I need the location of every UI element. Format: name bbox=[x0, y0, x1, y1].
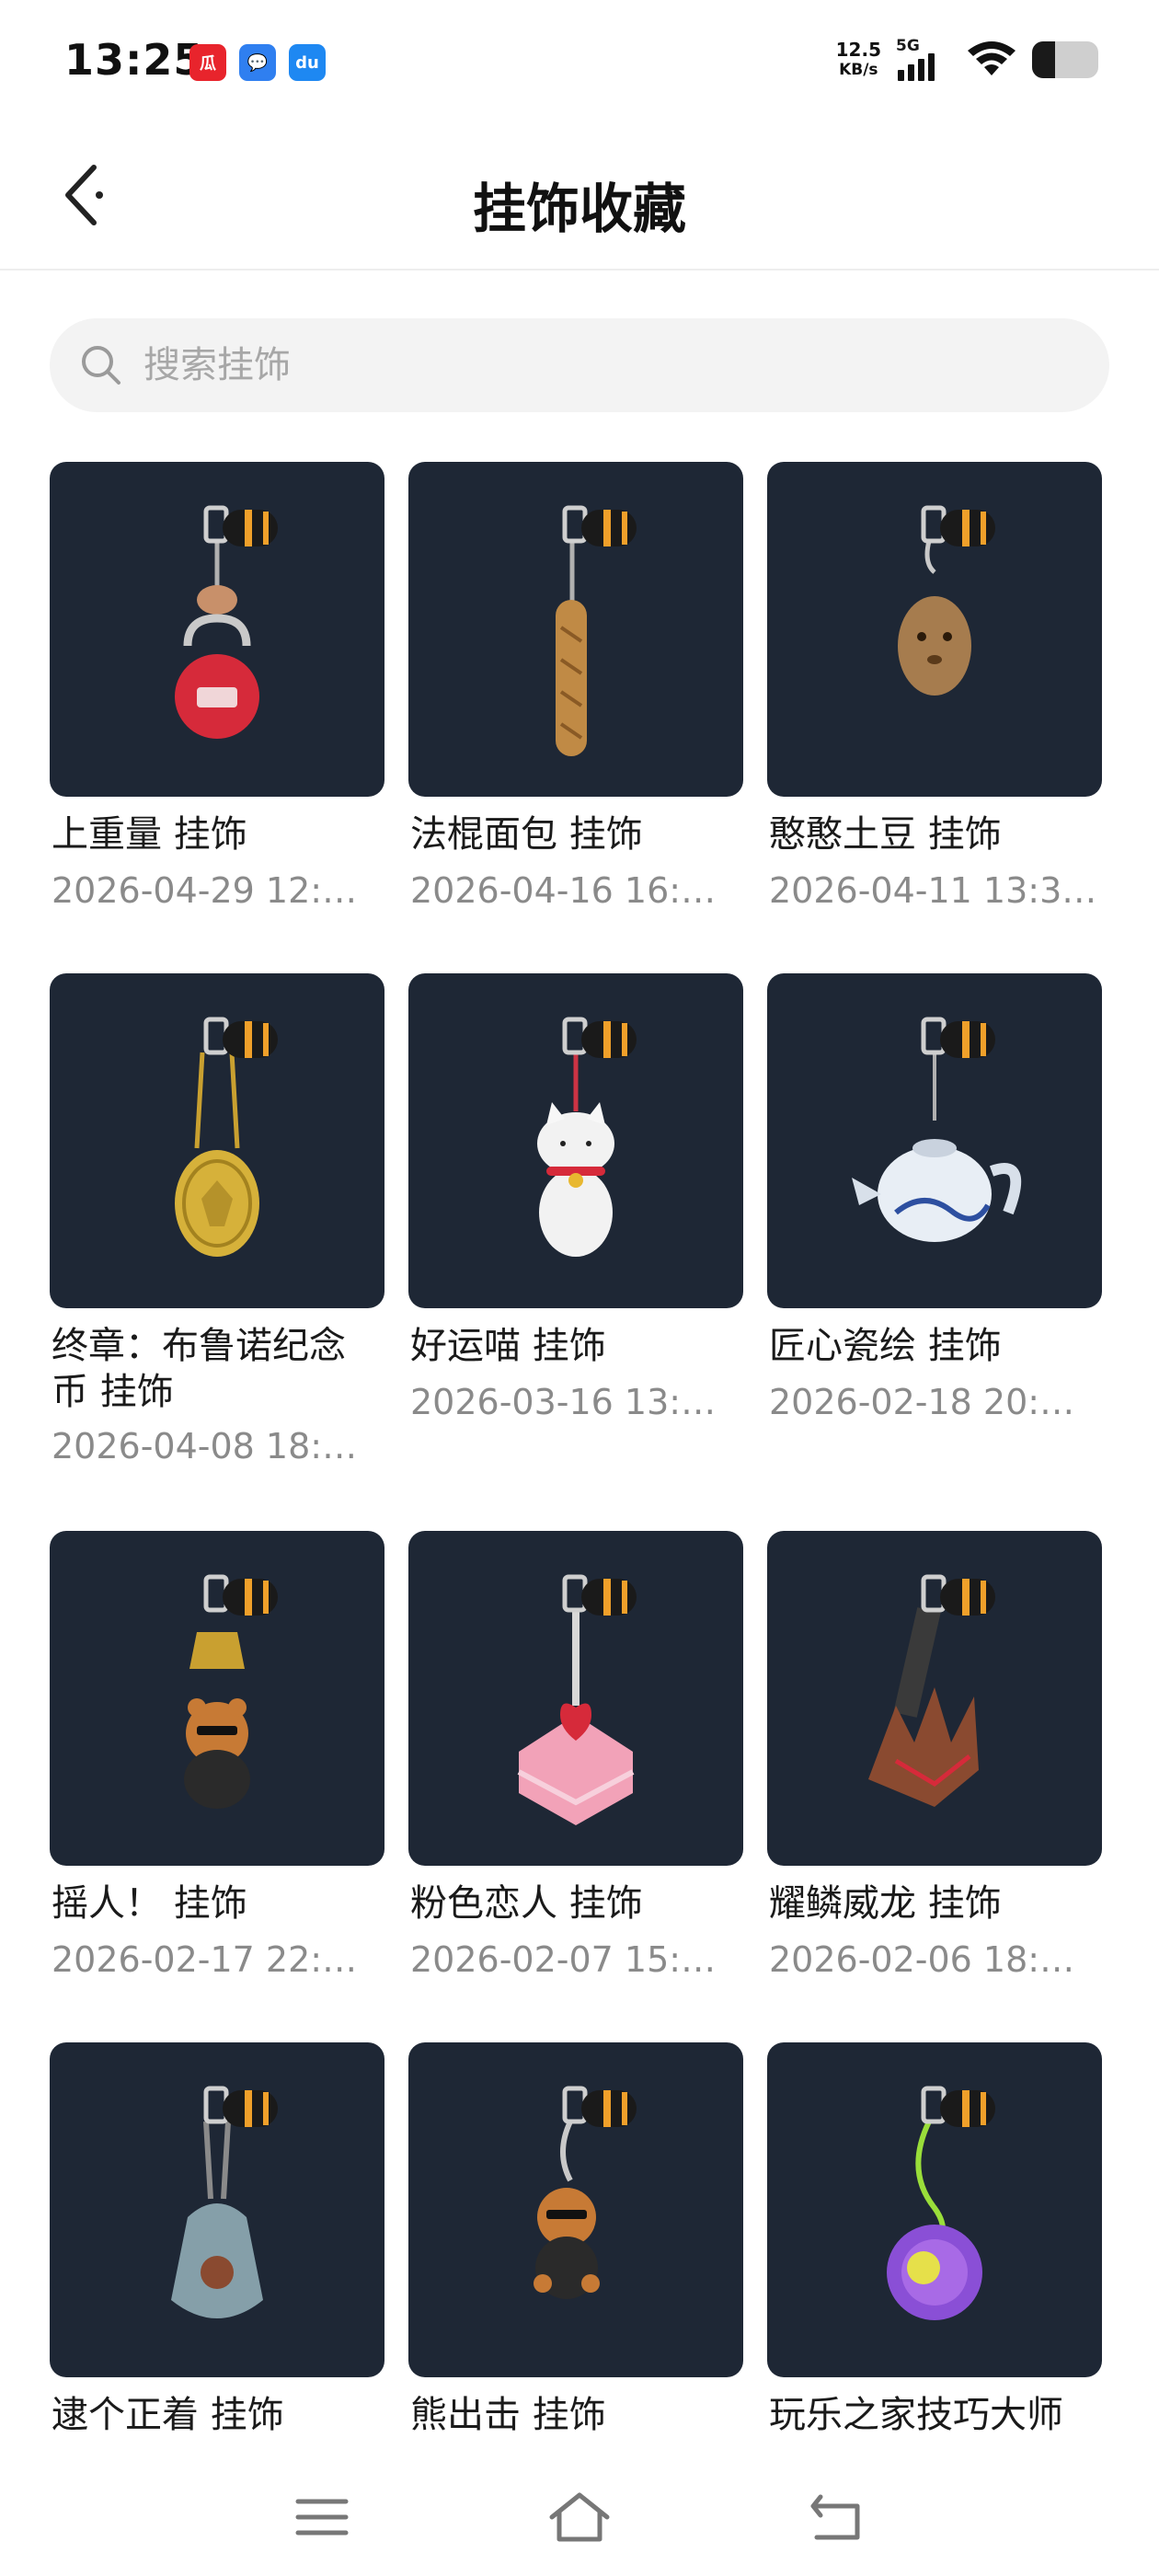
charm-title: 逮个正着 挂饰 bbox=[52, 2394, 284, 2436]
charm-thumbnail-dragon-claw[interactable] bbox=[767, 1531, 1102, 1866]
charm-card[interactable]: 粉色恋人 挂饰 2026-02-07 15:… bbox=[408, 1531, 743, 2009]
du-notification-icon: du bbox=[289, 44, 326, 81]
message-notification-icon: 💬 bbox=[239, 44, 276, 81]
charm-title: 憨憨土豆 挂饰 bbox=[769, 813, 1002, 856]
charm-date: 2026-04-29 12:… bbox=[52, 870, 358, 911]
status-bar: 13:25 瓜 💬 du 12.5 KB/s 5G bbox=[0, 0, 1159, 125]
charm-thumbnail-bear[interactable] bbox=[408, 2042, 743, 2377]
search-icon bbox=[79, 343, 123, 387]
charm-card[interactable]: 终章：布鲁诺纪念币 挂饰 2026-04-08 18:… bbox=[50, 973, 384, 1466]
network-speed-unit: KB/s bbox=[839, 61, 878, 79]
charm-thumbnail-bell-bear[interactable] bbox=[50, 1531, 384, 1866]
charm-title: 终章：布鲁诺纪念币 挂饰 bbox=[52, 1325, 346, 1413]
charm-date: 2026-02-07 15:… bbox=[410, 1939, 717, 1980]
charm-thumbnail-cake[interactable] bbox=[408, 1531, 743, 1866]
status-indicators: 12.5 KB/s 5G bbox=[836, 37, 1098, 83]
wifi-icon bbox=[966, 38, 1017, 82]
charm-title: 上重量 挂饰 bbox=[52, 813, 247, 856]
charm-thumbnail-baguette[interactable] bbox=[408, 462, 743, 797]
charm-title: 好运喵 挂饰 bbox=[410, 1325, 606, 1367]
charm-date: 2026-04-16 16:… bbox=[410, 870, 717, 911]
charm-date: 2026-03-16 13:… bbox=[410, 1382, 717, 1422]
charm-title: 摇人！ 挂饰 bbox=[52, 1882, 247, 1925]
charm-thumbnail-teapot[interactable] bbox=[767, 973, 1102, 1308]
header: 挂饰收藏 bbox=[0, 125, 1159, 270]
battery-icon bbox=[1032, 41, 1098, 78]
charm-thumbnail-potato[interactable] bbox=[767, 462, 1102, 797]
charm-date: 2026-02-17 22:… bbox=[52, 1939, 358, 1980]
network-type: 5G bbox=[896, 37, 920, 55]
charm-date: 2026-02-18 20:… bbox=[769, 1382, 1075, 1422]
charm-thumbnail-coin[interactable] bbox=[50, 973, 384, 1308]
charm-card[interactable]: 上重量 挂饰 2026-04-29 12:… bbox=[50, 462, 384, 940]
charm-title: 熊出击 挂饰 bbox=[410, 2394, 606, 2436]
charm-card[interactable]: 耀鳞威龙 挂饰 2026-02-06 18:… bbox=[767, 1531, 1102, 2009]
page-title: 挂饰收藏 bbox=[472, 178, 686, 240]
app-notification-icon-1: 瓜 bbox=[189, 44, 226, 81]
charm-title: 粉色恋人 挂饰 bbox=[410, 1882, 643, 1925]
charm-date: 2026-04-11 13:3… bbox=[769, 870, 1097, 911]
charm-title: 玩乐之家技巧大师 bbox=[769, 2394, 1063, 2436]
charm-thumbnail-yoyo[interactable] bbox=[767, 2042, 1102, 2377]
network-speed-value: 12.5 bbox=[835, 39, 881, 61]
back-icon bbox=[810, 2494, 860, 2540]
charm-title: 耀鳞威龙 挂饰 bbox=[769, 1882, 1002, 1925]
charm-title: 匠心瓷绘 挂饰 bbox=[769, 1325, 1002, 1367]
search-input[interactable] bbox=[142, 343, 1065, 387]
charm-card[interactable]: 憨憨土豆 挂饰 2026-04-11 13:3… bbox=[767, 462, 1102, 940]
charm-date: 2026-02-06 18:… bbox=[769, 1939, 1075, 1980]
menu-icon bbox=[295, 2499, 349, 2536]
status-time: 13:25 bbox=[64, 35, 204, 85]
cellular-signal-icon: 5G bbox=[896, 37, 951, 83]
home-icon bbox=[549, 2492, 610, 2542]
notification-icons: 瓜 💬 du bbox=[189, 44, 326, 81]
charm-card[interactable]: 摇人！ 挂饰 2026-02-17 22:… bbox=[50, 1531, 384, 2009]
charm-card[interactable]: 好运喵 挂饰 2026-03-16 13:… bbox=[408, 973, 743, 1452]
menu-button[interactable] bbox=[285, 2480, 359, 2554]
charm-card[interactable]: 法棍面包 挂饰 2026-04-16 16:… bbox=[408, 462, 743, 940]
back-nav-button[interactable] bbox=[800, 2480, 874, 2554]
charm-thumbnail-lucky-cat[interactable] bbox=[408, 973, 743, 1308]
home-button[interactable] bbox=[543, 2480, 616, 2554]
charm-thumbnail-bag[interactable] bbox=[50, 2042, 384, 2377]
system-nav-bar bbox=[0, 2447, 1159, 2576]
charm-title: 法棍面包 挂饰 bbox=[410, 813, 643, 856]
charm-date: 2026-04-08 18:… bbox=[52, 1426, 358, 1466]
search-bar[interactable] bbox=[50, 318, 1109, 412]
network-speed: 12.5 KB/s bbox=[836, 40, 881, 80]
charm-thumbnail-kettlebell[interactable] bbox=[50, 462, 384, 797]
charm-card[interactable]: 匠心瓷绘 挂饰 2026-02-18 20:… bbox=[767, 973, 1102, 1452]
